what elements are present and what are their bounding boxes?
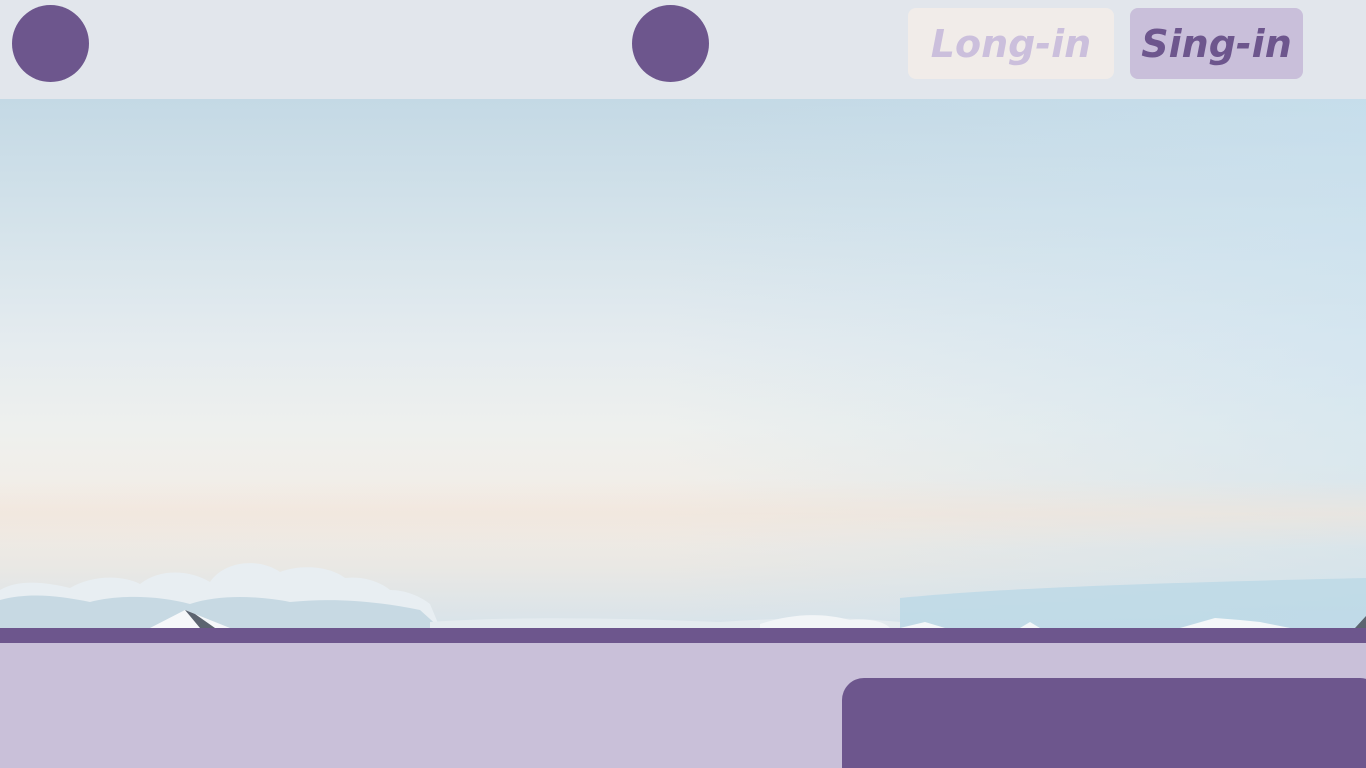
bottom-card: [842, 678, 1366, 768]
hero-sky-image: [0, 99, 1366, 628]
login-button[interactable]: Long-in: [908, 8, 1114, 79]
clouds-mountains-illustration: [0, 563, 1366, 628]
signin-button[interactable]: Sing-in: [1130, 8, 1303, 79]
page: Long-in Sing-in: [0, 0, 1366, 768]
center-circle-icon[interactable]: [632, 5, 709, 82]
purple-divider: [0, 628, 1366, 643]
left-circle-icon[interactable]: [12, 5, 89, 82]
header-bar: Long-in Sing-in: [0, 0, 1366, 99]
